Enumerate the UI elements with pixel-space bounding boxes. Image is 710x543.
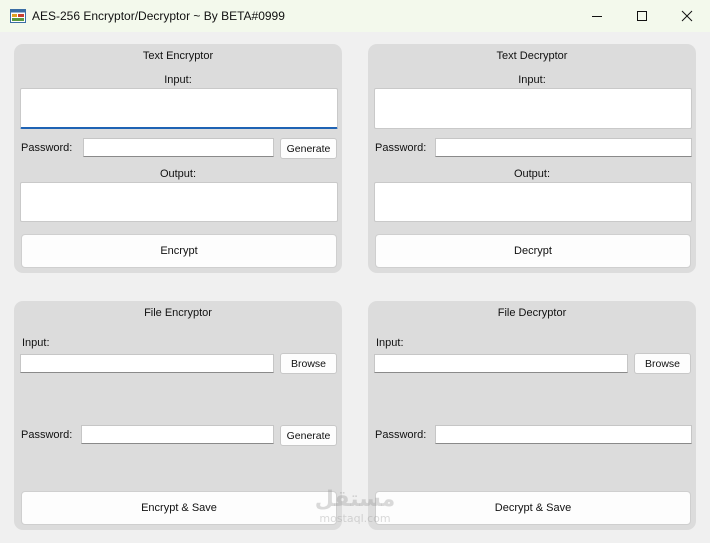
file-decryptor-input-field[interactable] bbox=[374, 354, 628, 373]
file-encryptor-input-field[interactable] bbox=[20, 354, 274, 373]
file-encryptor-browse-button[interactable]: Browse bbox=[280, 353, 337, 374]
text-decryptor-output[interactable] bbox=[374, 182, 692, 222]
file-encryptor-title: File Encryptor bbox=[144, 307, 212, 319]
file-encryptor-generate-button[interactable]: Generate bbox=[280, 425, 337, 446]
file-decryptor-input-label: Input: bbox=[376, 337, 404, 349]
encrypt-button[interactable]: Encrypt bbox=[21, 234, 337, 268]
decrypt-button[interactable]: Decrypt bbox=[375, 234, 691, 268]
file-encryptor-password-label: Password: bbox=[21, 429, 73, 441]
text-encryptor-title: Text Encryptor bbox=[142, 50, 214, 62]
decrypt-and-save-button[interactable]: Decrypt & Save bbox=[375, 491, 691, 525]
file-decryptor-panel: File Decryptor Input: Browse Password: D… bbox=[368, 301, 696, 530]
minimize-icon bbox=[592, 16, 602, 17]
file-decryptor-password-label: Password: bbox=[375, 429, 427, 441]
file-decryptor-title: File Decryptor bbox=[497, 307, 567, 319]
title-bar: AES-256 Encryptor/Decryptor ~ By BETA#09… bbox=[0, 0, 710, 32]
file-encryptor-password-field[interactable] bbox=[81, 425, 274, 444]
text-decryptor-password-field[interactable] bbox=[435, 138, 692, 157]
app-window-icon[interactable] bbox=[10, 9, 26, 23]
file-decryptor-password-field[interactable] bbox=[435, 425, 692, 444]
file-decryptor-browse-button[interactable]: Browse bbox=[634, 353, 691, 374]
text-encryptor-output[interactable] bbox=[20, 182, 338, 222]
text-encryptor-input[interactable] bbox=[20, 88, 338, 129]
maximize-button[interactable] bbox=[619, 0, 665, 32]
window-title: AES-256 Encryptor/Decryptor ~ By BETA#09… bbox=[32, 9, 285, 23]
text-decryptor-password-label: Password: bbox=[375, 142, 427, 154]
close-button[interactable] bbox=[664, 0, 710, 32]
text-decryptor-input[interactable] bbox=[374, 88, 692, 129]
text-encryptor-input-label: Input: bbox=[164, 74, 192, 86]
text-encryptor-password-label: Password: bbox=[21, 142, 73, 154]
file-encryptor-input-label: Input: bbox=[22, 337, 50, 349]
file-encryptor-panel: File Encryptor Input: Browse Password: G… bbox=[14, 301, 342, 530]
client-area: Text Encryptor Input: Password: Generate… bbox=[0, 32, 710, 543]
text-decryptor-panel: Text Decryptor Input: Password: Output: … bbox=[368, 44, 696, 273]
text-decryptor-input-label: Input: bbox=[518, 74, 546, 86]
encrypt-and-save-button[interactable]: Encrypt & Save bbox=[21, 491, 337, 525]
text-encryptor-output-label: Output: bbox=[159, 168, 197, 180]
text-decryptor-title: Text Decryptor bbox=[496, 50, 568, 62]
text-encryptor-password-field[interactable] bbox=[83, 138, 274, 157]
maximize-icon bbox=[637, 11, 647, 21]
text-decryptor-output-label: Output: bbox=[513, 168, 551, 180]
text-encryptor-panel: Text Encryptor Input: Password: Generate… bbox=[14, 44, 342, 273]
text-encryptor-generate-button[interactable]: Generate bbox=[280, 138, 337, 159]
close-icon bbox=[681, 10, 693, 22]
minimize-button[interactable] bbox=[574, 0, 620, 32]
